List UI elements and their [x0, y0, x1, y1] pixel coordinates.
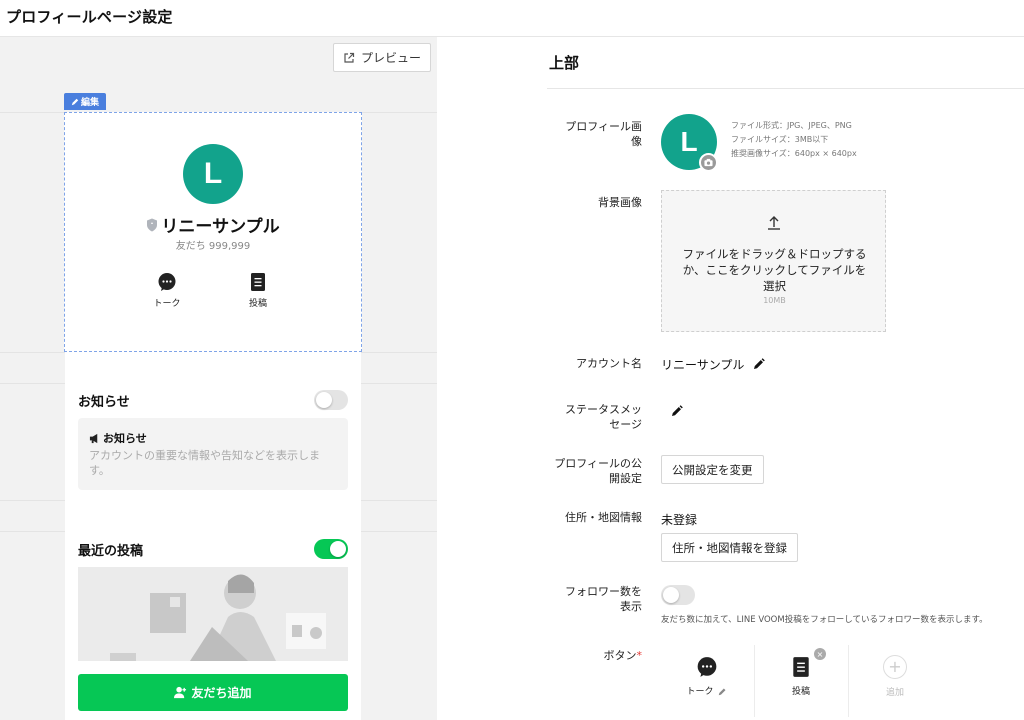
post-icon: [251, 273, 265, 291]
profile-name: リニーサンプル: [161, 217, 280, 237]
image-spec-size: ファイルサイズ：3MB以下: [731, 135, 829, 144]
button-tile-talk[interactable]: トーク: [660, 640, 754, 720]
profile-name-row: リニーサンプル: [65, 212, 361, 237]
notice-toggle[interactable]: [314, 390, 348, 410]
megaphone-icon: [89, 433, 98, 443]
chat-bubble-icon: [697, 657, 717, 677]
buttons-label: ボタン*: [562, 648, 643, 663]
friends-count: 友だち 999,999: [175, 241, 251, 252]
shield-icon: [147, 218, 158, 231]
account-name-value: リニーサンプル: [661, 358, 745, 372]
dropzone-size-limit: 10MB: [763, 296, 786, 305]
notice-box-title: お知らせ: [89, 430, 147, 446]
add-friend-label: 友だち追加: [191, 686, 252, 700]
button-tile-add-label: 追加: [885, 688, 904, 698]
post-action[interactable]: 投稿: [236, 272, 280, 309]
page-header: プロフィールページ設定: [0, 0, 1024, 37]
camera-button[interactable]: [699, 153, 718, 172]
pencil-icon[interactable]: [718, 687, 727, 696]
pencil-icon: [71, 98, 79, 105]
external-link-icon: [344, 52, 355, 63]
preview-button[interactable]: プレビュー: [333, 43, 431, 72]
button-tile-post[interactable]: 投稿: [754, 640, 848, 720]
preview-pane: プレビュー 編集 L リニーサンプル 友だち 999,999 トーク 投稿 お知…: [0, 37, 437, 720]
post-icon: [793, 657, 809, 677]
post-action-label: 投稿: [248, 299, 267, 309]
section-title: 上部: [549, 54, 580, 72]
address-label: 住所・地図情報: [565, 511, 642, 524]
recent-posts-toggle[interactable]: [314, 539, 348, 559]
address-value: 未登録: [661, 513, 698, 527]
image-spec-format: ファイル形式：JPG、JPEG、PNG: [731, 121, 852, 130]
account-name-label: アカウント名: [576, 357, 642, 370]
button-tile-post-label: 投稿: [791, 687, 810, 697]
notice-box: お知らせ アカウントの重要な情報や告知などを表示します。: [78, 418, 348, 490]
status-message-label: ステータスメッセージ: [565, 403, 642, 431]
profile-image-label: プロフィール画像: [565, 120, 642, 148]
edit-status-message-icon[interactable]: [671, 405, 683, 417]
profile-card[interactable]: L リニーサンプル 友だち 999,999 トーク 投稿: [64, 112, 362, 352]
talk-action[interactable]: トーク: [145, 272, 189, 309]
notice-box-desc: アカウントの重要な情報や告知などを表示します。: [89, 449, 320, 477]
follower-count-label: フォロワー数を表示: [565, 585, 642, 613]
edit-tag-label: 編集: [80, 98, 99, 108]
background-image-dropzone[interactable]: ファイルをドラッグ＆ドロップするか、ここをクリックしてファイルを選択 10MB: [661, 190, 886, 332]
remove-button-icon[interactable]: ×: [814, 648, 826, 660]
preview-button-label: プレビュー: [360, 51, 421, 65]
profile-avatar: L: [183, 144, 243, 204]
settings-pane: 上部 プロフィール画像 L ファイル形式：JPG、JPEG、PNG ファイルサイ…: [437, 37, 1024, 720]
required-mark: *: [636, 649, 643, 662]
follower-count-note: 友だち数に加えて、LINE VOOM投稿をフォローしているフォロワー数を表示しま…: [661, 615, 988, 625]
chat-bubble-icon: [158, 273, 176, 291]
background-image-label: 背景画像: [598, 196, 642, 209]
upload-icon: [768, 216, 780, 230]
divider: [547, 88, 1024, 89]
recent-posts-title: 最近の投稿: [78, 544, 144, 559]
follower-count-toggle[interactable]: [661, 585, 695, 605]
talk-action-label: トーク: [153, 299, 181, 309]
dropzone-text: ファイルをドラッグ＆ドロップするか、ここをクリックしてファイルを選択: [682, 247, 867, 293]
edit-account-name-icon[interactable]: [753, 358, 765, 370]
page-title: プロフィールページ設定: [6, 8, 173, 26]
add-user-icon: [174, 686, 187, 699]
add-icon: +: [883, 655, 907, 679]
notice-title: お知らせ: [78, 395, 130, 410]
camera-icon: [704, 158, 713, 167]
button-tile-talk-label: トーク: [686, 687, 714, 697]
edit-tag[interactable]: 編集: [64, 93, 106, 110]
button-tile-add[interactable]: + 追加: [848, 640, 942, 720]
change-visibility-button[interactable]: 公開設定を変更: [661, 455, 764, 484]
recent-posts-illustration: [78, 567, 348, 661]
visibility-label: プロフィールの公開設定: [554, 457, 642, 485]
register-address-button[interactable]: 住所・地図情報を登録: [661, 533, 798, 562]
buttons-label-text: ボタン: [603, 649, 637, 662]
image-spec-dimensions: 推奨画像サイズ：640px × 640px: [731, 149, 857, 158]
add-friend-button[interactable]: 友だち追加: [78, 674, 348, 711]
notice-box-title-text: お知らせ: [103, 432, 147, 445]
